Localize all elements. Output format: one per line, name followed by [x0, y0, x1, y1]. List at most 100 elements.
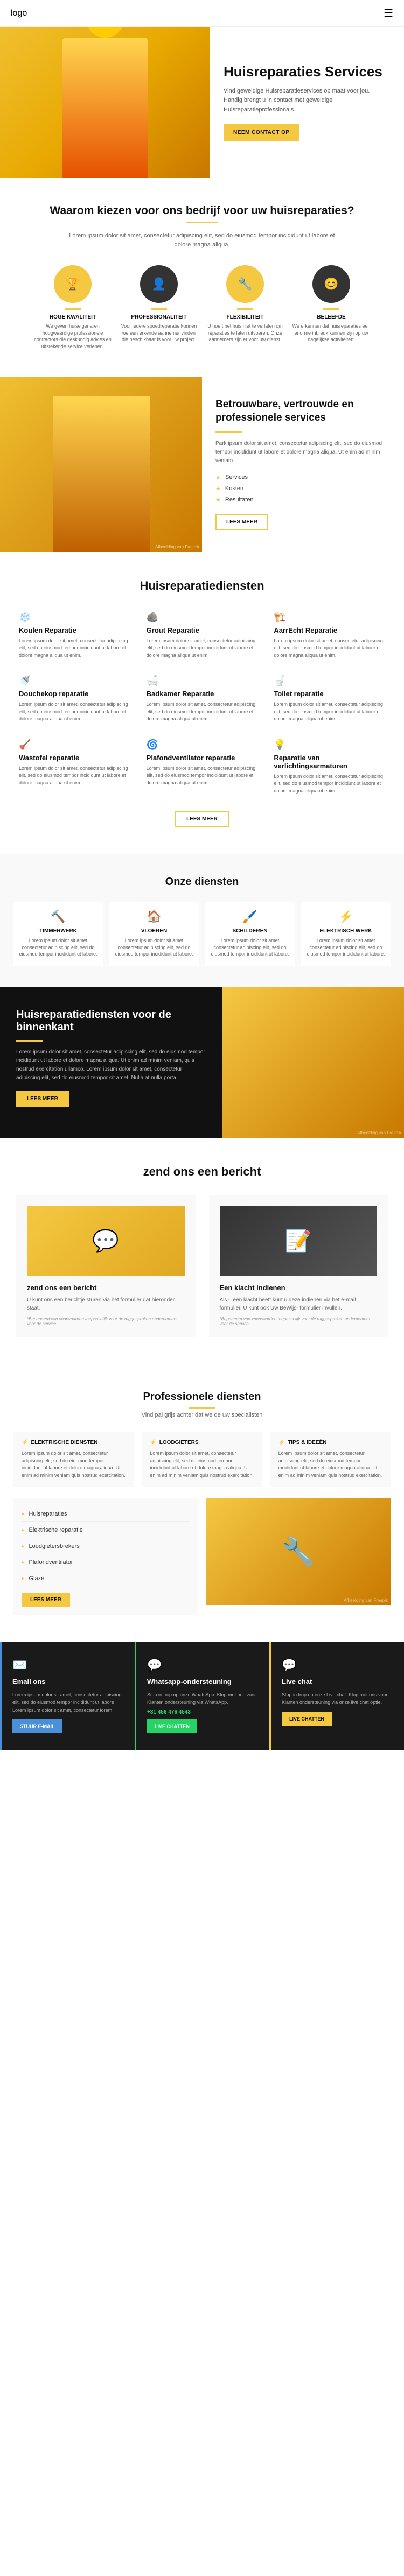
- professionaliteit-title: PROFESSIONALITEIT: [120, 314, 198, 320]
- trusted-list-item-1: ★ Kosten: [215, 483, 391, 494]
- service-douchekop-text: Lorem ipsum dolor sit amet, consectetur …: [19, 701, 130, 723]
- our-service-elektrisch: ⚡ Elektrisch werk Lorem ipsum dolor sit …: [301, 902, 391, 966]
- service-toilet: 🚽 Toilet reparatie Lorem ipsum dolor sit…: [271, 673, 388, 726]
- pro-nav-list: ▸ Huisreparaties ▸ Elektrische reparatie…: [22, 1506, 190, 1586]
- service-badkamer: 🛁 Badkamer Reparatie Lorem ipsum dolor s…: [144, 673, 261, 726]
- pro-elektrische-title: ⚡ ELEKTRISCHE DIENSTEN: [22, 1440, 126, 1446]
- hoge-kwaliteit-title: HOGE KWALITEIT: [34, 314, 112, 320]
- service-koelen: ❄️ Koulen Reparatie Lorem ipsum dolor si…: [16, 609, 133, 662]
- pro-card-elektrische: ⚡ ELEKTRISCHE DIENSTEN Lorem ipsum dolor…: [13, 1432, 134, 1487]
- beleefde-icon: 😊: [312, 265, 350, 303]
- pro-image-caption: Afbeelding van Freepik: [344, 1598, 388, 1603]
- services-lees-meer-button[interactable]: LEES MEER: [175, 811, 229, 827]
- hero-image-left: [0, 27, 210, 178]
- contact-message-text: U kunt ons een berichtje sturen via het …: [27, 1296, 185, 1312]
- service-aarrecht-text: Lorem ipsum dolor sit amet, consectetur …: [274, 638, 385, 660]
- pro-services-subtitle: Vind pal grijs achter dat we de uw speci…: [13, 1412, 391, 1418]
- footer-livechat-cta-button[interactable]: LIVE CHATTEN: [282, 1712, 332, 1726]
- pro-services-title: Professionele diensten: [13, 1391, 391, 1403]
- timmerwerk-title: Timmerwerk: [19, 928, 97, 934]
- service-aarrecht-icon: 🏗️: [274, 612, 385, 623]
- flexibiliteit-text: U hoeft het huis niet te verlaten om rep…: [206, 323, 284, 343]
- service-aarrecht-title: AarrEcht Reparatie: [274, 626, 385, 634]
- service-toilet-text: Lorem ipsum dolor sit amet, consectetur …: [274, 701, 385, 723]
- footer-email-col: ✉️ Email ons Lorem ipsum dolor sit amet,…: [0, 1642, 135, 1750]
- service-douchekop-title: Douchekop reparatie: [19, 690, 130, 698]
- why-section: Waarom kiezen voor ons bedrijf voor uw h…: [0, 178, 404, 377]
- hoge-kwaliteit-icon: 🏆: [54, 265, 92, 303]
- footer-email-title: Email ons: [12, 1678, 124, 1686]
- why-title: Waarom kiezen voor ons bedrijf voor uw h…: [13, 204, 391, 217]
- footer-whatsapp-title: Whatsapp-ondersteuning: [147, 1678, 259, 1686]
- trusted-text: Park ipsum dolor sit amet, consectetur a…: [215, 440, 391, 465]
- vloeren-icon: 🏠: [115, 910, 193, 924]
- hamburger-icon[interactable]: ☰: [384, 6, 393, 20]
- pro-nav-elektrische[interactable]: ▸ Elektrische reparatie: [22, 1522, 190, 1538]
- pro-nav-loodgieters[interactable]: ▸ Loodgietersbrekers: [22, 1538, 190, 1554]
- logo: logo: [11, 9, 27, 18]
- service-badkamer-icon: 🛁: [147, 675, 258, 687]
- trusted-list-item-0: ★ Services: [215, 472, 391, 483]
- our-service-schilderen: 🖌️ Schilderen Lorem ipsum dolor sit amet…: [205, 902, 295, 966]
- trusted-list-item-2: ★ Resultaten: [215, 494, 391, 506]
- flexibiliteit-title: FLEXIBILITEIT: [206, 314, 284, 320]
- handyman-image: Afbeelding van Freepik: [222, 987, 404, 1138]
- trusted-cta-button[interactable]: LEES MEER: [215, 514, 268, 530]
- trusted-image-caption: Afbeelding van Freepik: [155, 544, 199, 549]
- service-plafond-title: Plafondventilator reparatie: [147, 754, 258, 762]
- why-card-flexibiliteit: 🔧 FLEXIBILITEIT U hoeft het huis niet te…: [206, 265, 284, 350]
- handyman-image-caption: Afbeelding van Freepik: [357, 1130, 401, 1135]
- pro-elektrische-text: Lorem ipsum dolor sit amet, consectetur …: [22, 1450, 126, 1479]
- handyman-section: Huisreparatiediensten voor de binnenkant…: [0, 987, 404, 1138]
- flexibiliteit-icon: 🔧: [226, 265, 264, 303]
- vloeren-text: Lorem ipsum dolor sit amet consectetur a…: [115, 937, 193, 958]
- why-card-hoge-kwaliteit: 🏆 HOGE KWALITEIT We geven huiseigenaren …: [34, 265, 112, 350]
- contact-card-message: 💬 zend ons een bericht U kunt ons een be…: [16, 1195, 196, 1337]
- schilderen-text: Lorem ipsum dolor sit amet consectetur a…: [211, 937, 289, 958]
- service-wastofel-text: Lorem ipsum dolor sit amet, consectetur …: [19, 765, 130, 787]
- pro-card-tips: ⚡ TIPS & IDEEËN Lorem ipsum dolor sit am…: [270, 1432, 391, 1487]
- elektrisch-icon: ⚡: [307, 910, 385, 924]
- pro-loodgieter-title: ⚡ LOODGIETERS: [150, 1440, 254, 1446]
- service-douchekop-icon: 🚿: [19, 675, 130, 687]
- footer-whatsapp-cta-button[interactable]: LIVE CHATTEN: [147, 1719, 197, 1733]
- service-verlichtingsarmaturen-text: Lorem ipsum dolor sit amet, consectetur …: [274, 773, 385, 795]
- contact-message-image: 💬: [27, 1206, 185, 1276]
- service-wastofel: 🪠 Wastofel reparatie Lorem ipsum dolor s…: [16, 737, 133, 798]
- footer-livechat-col: 💬 Live chat Stap in trop op onze Live ch…: [269, 1642, 404, 1750]
- services-section: Huisreparatiediensten ❄️ Koulen Reparati…: [0, 552, 404, 855]
- service-toilet-title: Toilet reparatie: [274, 690, 385, 698]
- pro-nav-glaze[interactable]: ▸ Glaze: [22, 1570, 190, 1586]
- handyman-cta-button[interactable]: LEES MEER: [16, 1091, 69, 1107]
- livechat-icon: 💬: [282, 1658, 393, 1672]
- service-grout: 🪨 Grout Reparatie Lorem ipsum dolor sit …: [144, 609, 261, 662]
- service-verlichtingsarmaturen-title: Reparatie van verlichtingsarmaturen: [274, 754, 385, 770]
- contact-grid: 💬 zend ons een bericht U kunt ons een be…: [16, 1195, 388, 1337]
- contact-complaint-title: Een klacht indienen: [220, 1284, 378, 1292]
- our-service-timmerwerk: 🔨 Timmerwerk Lorem ipsum dolor sit amet …: [13, 902, 103, 966]
- service-badkamer-text: Lorem ipsum dolor sit amet, consectetur …: [147, 701, 258, 723]
- service-grout-icon: 🪨: [147, 612, 258, 623]
- why-card-professionaliteit: 👤 PROFESSIONALITEIT Voor iedere spoedrep…: [120, 265, 198, 350]
- trusted-section: Afbeelding van Freepik Betrouwbare, vert…: [0, 377, 404, 551]
- handyman-content: Huisreparatiediensten voor de binnenkant…: [0, 987, 222, 1138]
- footer-whatsapp-col: 💬 Whatsapp-ondersteuning Stap in trop op…: [135, 1642, 269, 1750]
- pro-nav-plafond[interactable]: ▸ Plafondventilator: [22, 1554, 190, 1570]
- footer-whatsapp-text: Stap in trop op onze WhatsApp. Klop met …: [147, 1691, 259, 1707]
- service-verlichtingsarmaturen-icon: 💡: [274, 739, 385, 751]
- contact-message-title: zend ons een bericht: [27, 1284, 185, 1292]
- elektrisch-text: Lorem ipsum dolor sit amet consectetur a…: [307, 937, 385, 958]
- service-wastofel-title: Wastofel reparatie: [19, 754, 130, 762]
- schilderen-icon: 🖌️: [211, 910, 289, 924]
- pro-lees-meer-button[interactable]: LEES MEER: [22, 1593, 70, 1607]
- service-plafond-text: Lorem ipsum dolor sit amet, consectetur …: [147, 765, 258, 787]
- timmerwerk-text: Lorem ipsum dolor sit amet consectetur a…: [19, 937, 97, 958]
- footer-email-cta-button[interactable]: STUUR E-MAIL: [12, 1719, 62, 1733]
- contact-complaint-image: 📝: [220, 1206, 378, 1276]
- pro-nav-huisreparaties[interactable]: ▸ Huisreparaties: [22, 1506, 190, 1522]
- footer-whatsapp-phone: +31 456 476 4543: [147, 1709, 259, 1715]
- contact-card-complaint: 📝 Een klacht indienen Als u een klacht h…: [209, 1195, 388, 1337]
- hero-cta-button[interactable]: NEEM CONTACT OP: [224, 124, 299, 141]
- pro-loodgieter-text: Lorem ipsum dolor sit amet, consectetur …: [150, 1450, 254, 1479]
- trusted-content: Betrouwbare, vertrouwde en professionele…: [202, 377, 404, 551]
